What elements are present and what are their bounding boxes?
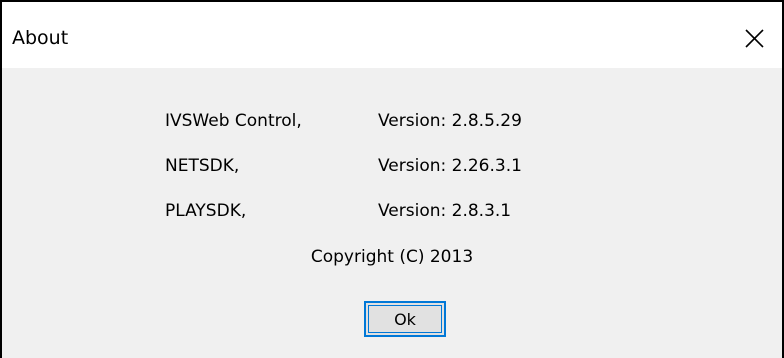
copyright-text: Copyright (C) 2013 [310, 247, 474, 267]
component-version: Version: 2.8.3.1 [378, 201, 512, 221]
component-version: Version: 2.8.5.29 [378, 111, 522, 131]
component-name: NETSDK, [165, 156, 240, 176]
title-bar[interactable]: About [2, 2, 782, 68]
component-name: PLAYSDK, [165, 201, 247, 221]
info-row-playsdk: PLAYSDK, Version: 2.8.3.1 [2, 199, 782, 223]
component-version: Version: 2.26.3.1 [378, 156, 522, 176]
dialog-title: About [12, 27, 69, 49]
info-row-netsdk: NETSDK, Version: 2.26.3.1 [2, 154, 782, 178]
close-button[interactable] [735, 20, 775, 58]
component-name: IVSWeb Control, [165, 111, 302, 131]
ok-button[interactable]: Ok [364, 301, 446, 337]
close-icon [745, 29, 764, 48]
about-dialog: About IVSWeb Control, Version: 2.8.5.29 … [0, 0, 784, 358]
info-row-ivsweb: IVSWeb Control, Version: 2.8.5.29 [2, 109, 782, 133]
